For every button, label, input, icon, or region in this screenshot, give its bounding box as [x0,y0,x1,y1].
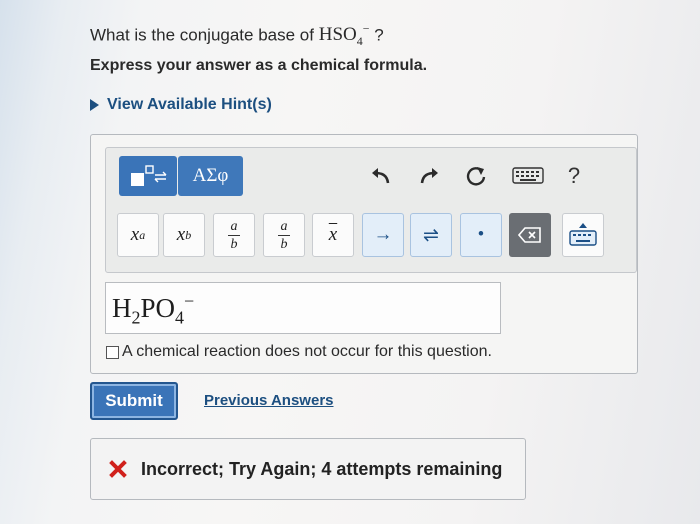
previous-answers-link[interactable]: Previous Answers [204,392,334,409]
templates-icon [131,165,167,186]
x-mark-icon [109,460,127,478]
hint-link-label: View Available Hint(s) [107,96,272,113]
toggle-keyboard-button[interactable] [562,213,604,257]
submit-button[interactable]: Submit [90,382,178,420]
question-suffix: ? [374,25,384,45]
no-reaction-option[interactable]: A chemical reaction does not occur for t… [106,343,492,361]
help-button[interactable]: ? [560,160,588,192]
feedback-text: Incorrect; Try Again; 4 attempts remaini… [141,458,503,479]
subscript-template-button[interactable]: xb [163,213,205,257]
question-text: What is the conjugate base of HSO4− ? [90,22,384,49]
no-reaction-checkbox[interactable] [106,345,119,359]
overline-template-button[interactable]: x [312,213,354,257]
redo-icon[interactable] [414,160,446,192]
fraction-template-button[interactable]: ab [213,213,255,257]
question-prefix: What is the conjugate base of [90,25,314,45]
superscript-template-button[interactable]: xa [117,213,159,257]
question-formula: HSO4− [318,22,370,49]
templates-mode-button[interactable] [119,156,177,196]
equilibrium-arrow-button[interactable]: ⇌ [410,213,452,257]
delete-button[interactable] [509,213,551,257]
undo-icon[interactable] [364,160,396,192]
feedback-box: Incorrect; Try Again; 4 attempts remaini… [90,438,526,500]
mixed-fraction-template-button[interactable]: ab [263,213,305,257]
expand-triangle-icon [90,99,99,111]
instruction-text: Express your answer as a chemical formul… [90,57,428,74]
hint-link[interactable]: View Available Hint(s) [90,96,272,114]
answer-input[interactable]: H2PO4− [105,282,501,334]
symbols-mode-button[interactable]: ΑΣφ [178,156,243,196]
dot-button[interactable]: • [460,213,502,257]
keyboard-toggle-icon [569,223,597,246]
backspace-icon [518,227,541,243]
keyboard-icon[interactable] [510,160,546,192]
no-reaction-label: A chemical reaction does not occur for t… [122,343,492,360]
reaction-arrow-button[interactable]: → [362,213,404,257]
reset-icon[interactable] [460,160,492,192]
